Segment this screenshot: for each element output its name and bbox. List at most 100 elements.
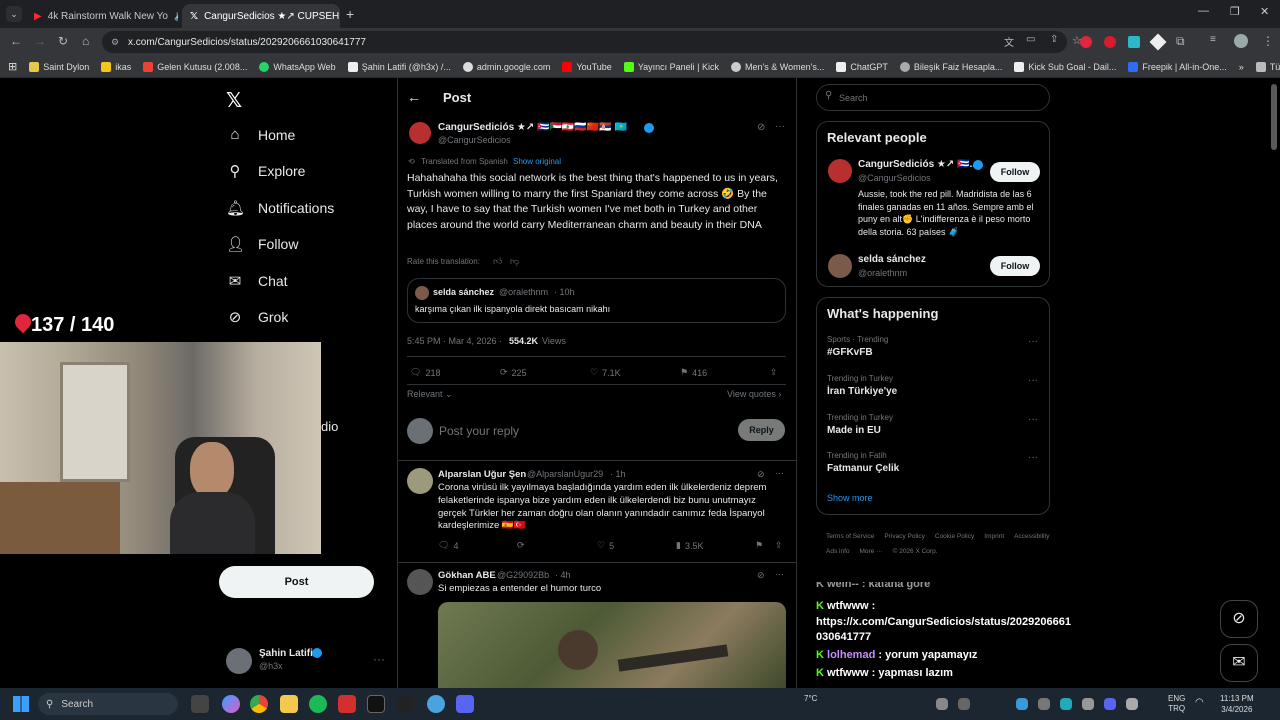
extension-red-icon[interactable] (1080, 36, 1092, 48)
share-action[interactable]: ⇪ (770, 367, 778, 378)
bookmark-item[interactable]: Bileşik Faiz Hesapla... (894, 61, 1009, 72)
capcut-icon[interactable] (367, 695, 385, 713)
repost-action[interactable]: ⟳ 225 (500, 367, 527, 378)
share-icon[interactable]: ⇪ (1050, 34, 1058, 45)
site-info-icon[interactable]: ⚙ (111, 37, 119, 48)
trend-item[interactable]: Trending in Turkey İran Türkiye'ye (827, 374, 897, 397)
footer-link[interactable]: Privacy Policy (884, 529, 924, 544)
person-name[interactable]: selda sánchez (858, 254, 926, 265)
reply-author-name[interactable]: Gökhan ABE (438, 570, 496, 581)
file-explorer-icon[interactable] (280, 695, 298, 713)
reload-icon[interactable]: ↻ (58, 34, 68, 48)
page-scrollbar[interactable] (1271, 84, 1277, 150)
bookmark-item[interactable]: Saint Dylon (23, 61, 95, 72)
thumbs-up-icon[interactable]: 👍︎ (493, 256, 502, 267)
bookmark-item[interactable]: Freepik | All-in-One... (1122, 61, 1232, 72)
tab-search-button[interactable]: ⌄ (6, 6, 22, 22)
close-window-icon[interactable]: ✕ (1260, 5, 1269, 18)
footer-link[interactable]: Accessibility (1014, 529, 1049, 544)
reply-views-action[interactable]: ▮ 3.5K (676, 540, 703, 551)
obs-icon[interactable] (397, 695, 415, 713)
back-icon[interactable]: ← (10, 34, 22, 48)
reply-avatar[interactable] (407, 569, 433, 595)
follow-button[interactable]: Follow (990, 162, 1040, 182)
author-avatar[interactable] (409, 122, 431, 144)
avatar[interactable] (226, 648, 252, 674)
tray-icon[interactable] (1104, 698, 1116, 710)
bookmark-item[interactable]: Men's & Women's... (725, 61, 830, 72)
bookmark-item[interactable]: ikas (95, 61, 137, 72)
reply-action[interactable]: 🗨︎ 218 (410, 367, 440, 378)
post-button[interactable]: Post (219, 566, 374, 598)
person-avatar[interactable] (828, 159, 852, 183)
menu-icon[interactable]: ⋮ (1262, 34, 1274, 48)
cast-icon[interactable]: ▭ (1026, 34, 1035, 45)
tab-rainstorm[interactable]: ▶ 4k Rainstorm Walk New Yo 🔊 ✕ (26, 4, 178, 28)
new-tab-button[interactable]: + (346, 6, 354, 22)
spotify-icon[interactable] (309, 695, 327, 713)
reply-author-handle[interactable]: @AlparslanUgur29 (527, 469, 603, 479)
follow-button[interactable]: Follow (990, 256, 1040, 276)
trend-item[interactable]: Trending in Fatih Fatmanur Çelik (827, 451, 899, 474)
reply-comment-action[interactable]: 🗨︎ 4 (438, 540, 458, 551)
reply-button[interactable]: Reply (738, 419, 785, 441)
restore-icon[interactable]: ❐ (1230, 5, 1240, 18)
address-bar[interactable]: ⚙ x.com/CangurSedicios/status/2029206661… (102, 31, 1067, 53)
home-icon[interactable]: ⌂ (82, 34, 89, 48)
tray-icon[interactable] (1082, 698, 1094, 710)
trend-item[interactable]: Sports · Trending #GFKvFB (827, 335, 888, 358)
bookmark-item[interactable]: Gelen Kutusu (2.008... (137, 61, 253, 72)
nav-home[interactable]: ⌂ Home (226, 126, 295, 143)
more-options-icon[interactable]: ··· (775, 468, 784, 478)
app-red-icon[interactable] (338, 695, 356, 713)
reply-author-handle[interactable]: @G29092Bb (497, 570, 549, 580)
reply-author-name[interactable]: Alparslan Uğur Şen (438, 469, 526, 480)
show-original-link[interactable]: Show original (513, 157, 561, 166)
windows-start-icon[interactable] (13, 696, 29, 712)
show-more-link[interactable]: Show more (827, 493, 873, 503)
account-menu-icon[interactable]: ··· (373, 652, 385, 666)
bookmark-item[interactable]: Yayıncı Paneli | Kick (618, 61, 725, 72)
nav-partial-label[interactable]: dio (321, 419, 338, 434)
nav-follow[interactable]: 👤︎ Follow (226, 235, 298, 253)
tray-icon[interactable] (958, 698, 970, 710)
footer-link[interactable]: Ads info (826, 544, 850, 559)
task-view-icon[interactable] (191, 695, 209, 713)
more-options-icon[interactable]: ··· (775, 569, 784, 579)
tray-icon[interactable] (1038, 698, 1050, 710)
clock[interactable]: 11:13 PM 3/4/2026 (1220, 693, 1254, 715)
trend-more-icon[interactable]: ··· (1028, 336, 1038, 347)
tab-post[interactable]: 𝕏 CangurSedicios ★↗ CUPSEHLBRIC ✕ (182, 4, 340, 28)
bookmark-item[interactable]: ChatGPT (830, 61, 894, 72)
author-name[interactable]: CangurSediciós ★↗ 🇨🇺🇸🇩🇱🇧🇷🇺🇨🇳🇷🇸 🇰🇿 (438, 122, 627, 133)
nav-explore[interactable]: ⚲ Explore (226, 162, 306, 180)
tray-icon[interactable] (936, 698, 948, 710)
bookmark-item[interactable]: Kick Sub Goal - Dail... (1008, 61, 1122, 72)
author-handle[interactable]: @CangurSedicios (438, 135, 511, 145)
reply-like-action[interactable]: ♡ 5 (597, 540, 614, 551)
person-name[interactable]: CangurSediciós ★↗ 🇨🇺... (858, 159, 978, 170)
footer-link[interactable]: More ··· (860, 544, 883, 559)
profile-avatar[interactable] (1234, 34, 1248, 48)
reply-avatar[interactable] (407, 468, 433, 494)
trend-item[interactable]: Trending in Turkey Made in EU (827, 413, 893, 436)
discord-icon[interactable] (456, 695, 474, 713)
tab-groups-icon[interactable]: ≡ (1210, 34, 1216, 45)
trend-more-icon[interactable]: ··· (1028, 414, 1038, 425)
extension-teal-icon[interactable] (1128, 36, 1140, 48)
nav-chat[interactable]: ✉ Chat (226, 272, 288, 290)
tray-icon[interactable] (1016, 698, 1028, 710)
chrome-icon[interactable] (250, 695, 268, 713)
x-logo-icon[interactable]: 𝕏 (226, 88, 242, 113)
back-arrow-icon[interactable]: ← (407, 89, 421, 105)
app-blue-icon[interactable] (427, 695, 445, 713)
footer-link[interactable]: Imprint (984, 529, 1004, 544)
nav-grok[interactable]: ⊘ Grok (226, 308, 289, 326)
grok-explain-icon[interactable]: ⊘ (757, 469, 765, 480)
reply-input[interactable] (439, 420, 729, 442)
tray-icon[interactable] (1060, 698, 1072, 710)
bookmark-item[interactable]: YouTube (556, 61, 617, 72)
wifi-icon[interactable]: ◠ (1195, 697, 1204, 708)
nav-notifications[interactable]: 🔔︎ Notifications (226, 199, 334, 217)
grok-float-button[interactable]: ⊘ (1220, 600, 1258, 638)
